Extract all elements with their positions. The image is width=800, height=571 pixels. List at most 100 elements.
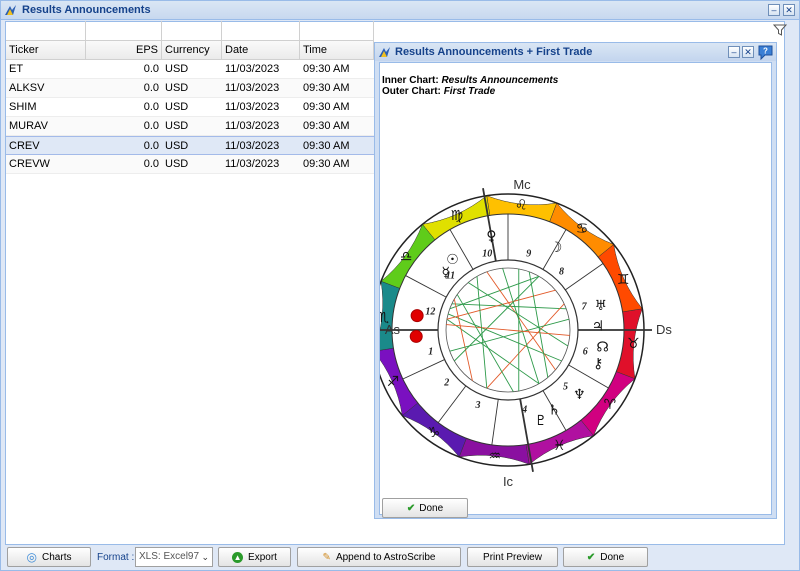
house-number: 6 <box>583 347 588 358</box>
app-logo-icon <box>5 5 16 15</box>
chart-window-logo-icon <box>379 47 390 57</box>
main-window: Results Announcements – ✕ Ticker EPS Cur… <box>0 0 800 571</box>
column-header-currency[interactable]: Currency <box>162 41 222 60</box>
charts-button[interactable]: ◎ Charts <box>7 547 91 567</box>
append-label: Append to AstroScribe <box>335 551 436 563</box>
close-icon: ✕ <box>744 47 752 57</box>
main-titlebar: Results Announcements – ✕ <box>1 1 799 20</box>
planet-glyph[interactable]: ♆ <box>573 387 586 403</box>
house-number: 10 <box>482 249 492 260</box>
window-title: Results Announcements <box>22 4 151 16</box>
planet-glyph[interactable]: ♇ <box>535 413 548 429</box>
planet-glyph[interactable]: ☊ <box>596 340 608 356</box>
format-select[interactable]: XLS: Excel97 ⌄ <box>135 547 213 567</box>
cell-eps: 0.0 <box>143 120 159 132</box>
cell-time: 09:30 AM <box>303 101 350 113</box>
done-button[interactable]: ✔ Done <box>563 547 648 567</box>
column-header-ticker[interactable]: Ticker <box>6 41 86 60</box>
table-row[interactable]: CREVW 0.0 USD 11/03/2023 09:30 AM <box>6 155 374 174</box>
table-row[interactable]: ET 0.0 USD 11/03/2023 09:30 AM <box>6 60 374 79</box>
append-astroscribe-button[interactable]: ✎ Append to AstroScribe <box>297 547 461 567</box>
house-number: 3 <box>475 400 481 411</box>
zodiac-glyph: ♈ <box>604 397 617 413</box>
print-preview-label: Print Preview <box>483 551 542 563</box>
chart-done-button[interactable]: ✔ Done <box>382 498 468 518</box>
chevron-down-icon: ⌄ <box>201 552 209 562</box>
format-label: Format : <box>97 552 135 563</box>
planet-glyph[interactable]: ♄ <box>548 403 561 419</box>
cell-time: 09:30 AM <box>303 120 350 132</box>
close-button[interactable]: ✕ <box>783 4 795 16</box>
house-number: 12 <box>425 307 435 318</box>
grid-header: Ticker EPS Currency Date Time <box>6 41 374 60</box>
cell-eps: 0.0 <box>143 101 159 113</box>
export-label: Export <box>248 551 277 563</box>
table-row[interactable]: SHIM 0.0 USD 11/03/2023 09:30 AM <box>6 98 374 117</box>
cell-ticker: SHIM <box>9 101 37 113</box>
cell-eps: 0.0 <box>143 140 159 152</box>
export-icon: ▲ <box>232 551 244 563</box>
angle-label-ic: Ic <box>503 474 514 489</box>
cell-date: 11/03/2023 <box>225 120 280 132</box>
filter-icon[interactable] <box>773 23 787 37</box>
chart-body: Inner Chart: Results Announcements Outer… <box>379 62 773 518</box>
zodiac-glyph: ♋ <box>576 221 589 237</box>
cell-eps: 0.0 <box>143 63 159 75</box>
chart-done-label: Done <box>419 502 444 514</box>
charts-label: Charts <box>42 551 72 563</box>
cell-currency: USD <box>165 82 189 94</box>
cell-currency: USD <box>165 63 189 75</box>
chart-minimize-button[interactable]: – <box>728 46 740 58</box>
close-icon: ✕ <box>785 5 793 15</box>
zodiac-glyph: ♊ <box>617 272 630 288</box>
planet-glyph[interactable]: ♅ <box>594 298 607 314</box>
zodiac-glyph: ♌ <box>515 198 528 214</box>
cell-ticker: CREV <box>9 140 40 152</box>
astro-wheel[interactable]: ♐♑♒♓♈♉♊♋♌♍♎♏As DsMcIc123 456789101112♀☉☿☽♅… <box>380 63 773 516</box>
table-row[interactable]: CREV 0.0 USD 11/03/2023 09:30 AM <box>6 136 374 155</box>
print-preview-button[interactable]: Print Preview <box>467 547 558 567</box>
planet-glyph[interactable]: ⚷ <box>593 356 603 372</box>
zodiac-glyph: ♐ <box>387 374 400 390</box>
planet-glyph[interactable]: ☽ <box>550 240 563 256</box>
minimize-icon: – <box>731 47 737 57</box>
cell-currency: USD <box>165 101 189 113</box>
planet-glyph[interactable]: ♃ <box>592 318 605 334</box>
table-row[interactable]: ALKSV 0.0 USD 11/03/2023 09:30 AM <box>6 79 374 98</box>
angle-label-as: As <box>385 322 401 337</box>
angle-label-mc: Mc <box>513 177 531 192</box>
pencil-icon: ✎ <box>322 551 331 563</box>
chart-close-button[interactable]: ✕ <box>742 46 754 58</box>
house-number: 8 <box>559 267 564 278</box>
svg-text:?: ? <box>763 47 768 56</box>
cell-currency: USD <box>165 140 189 152</box>
zodiac-glyph: ♑ <box>428 425 441 441</box>
chart-window: Results Announcements + First Trade – ✕ … <box>374 42 777 519</box>
zodiac-glyph: ♒ <box>489 448 502 464</box>
column-header-date[interactable]: Date <box>222 41 300 60</box>
export-button[interactable]: ▲ Export <box>218 547 291 567</box>
red-marker-icon[interactable] <box>410 309 424 323</box>
red-marker-icon[interactable] <box>409 329 423 343</box>
cell-date: 11/03/2023 <box>225 82 280 94</box>
cell-currency: USD <box>165 120 189 132</box>
check-icon: ✔ <box>406 502 416 514</box>
charts-icon: ◎ <box>26 550 38 564</box>
house-number: 9 <box>526 249 531 260</box>
angle-label-ds: Ds <box>656 322 672 337</box>
cell-date: 11/03/2023 <box>225 101 280 113</box>
planet-glyph[interactable]: ♀ <box>486 228 496 244</box>
cell-date: 11/03/2023 <box>225 140 280 152</box>
house-number: 1 <box>428 347 433 358</box>
column-header-eps[interactable]: EPS <box>86 41 162 60</box>
help-icon[interactable]: ? <box>757 44 774 60</box>
house-number: 2 <box>443 377 449 388</box>
zodiac-glyph: ♉ <box>627 336 640 352</box>
planet-glyph[interactable]: ☿ <box>442 265 451 281</box>
column-header-time[interactable]: Time <box>300 41 374 60</box>
minimize-button[interactable]: – <box>768 4 780 16</box>
table-row[interactable]: MURAV 0.0 USD 11/03/2023 09:30 AM <box>6 117 374 136</box>
done-label: Done <box>600 551 625 563</box>
cell-time: 09:30 AM <box>303 158 350 170</box>
cell-eps: 0.0 <box>143 158 159 170</box>
